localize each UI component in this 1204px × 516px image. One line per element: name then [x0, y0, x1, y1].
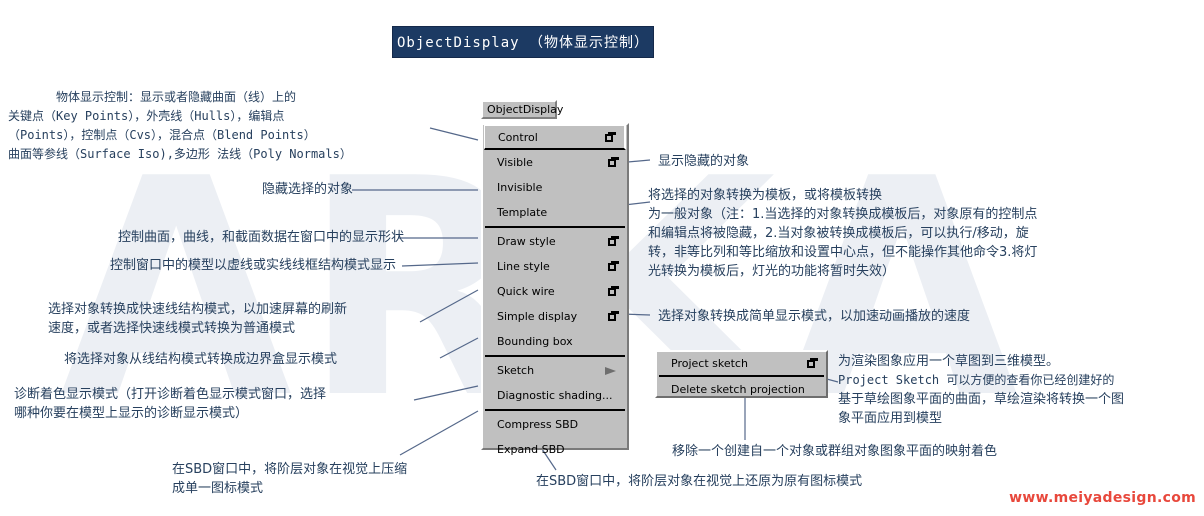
menu-item-simple-display[interactable]: Simple display	[483, 304, 627, 329]
menu-item-template[interactable]: Template	[483, 200, 627, 225]
option-box-icon[interactable]	[608, 236, 619, 247]
menu-item-label: Invisible	[497, 181, 543, 194]
page-title: ObjectDisplay （物体显示控制）	[392, 26, 654, 58]
object-display-menu[interactable]: Control Visible Invisible Template Draw styl…	[481, 123, 629, 456]
menu-item-label: Project sketch	[671, 356, 748, 370]
menu-item-label: Compress SBD	[497, 418, 579, 431]
annotation-expand-sbd: 在SBD窗口中，将阶层对象在视觉上还原为原有图标模式	[536, 474, 863, 489]
menu-item-label: Delete sketch projection	[671, 382, 805, 396]
option-box-icon[interactable]	[605, 131, 616, 143]
menu-item-label: Template	[497, 206, 548, 219]
menu-item-invisible[interactable]: Invisible	[483, 175, 627, 200]
menu-item-sketch[interactable]: Sketch	[483, 358, 627, 383]
menu-item-label: Bounding box	[497, 335, 573, 348]
annotation-visible: 显示隐藏的对象	[658, 154, 750, 169]
menu-item-label: Control	[498, 130, 538, 144]
annotation-template: 将选择的对象转换为模板，或将模板转换 为一般对象（注：1.当选择的对象转换成模板…	[648, 188, 1038, 279]
annotation-project-sketch-1: 为渲染图象应用一个草图到三维模型。	[838, 354, 1060, 369]
menu-item-label: Quick wire	[497, 285, 555, 298]
option-box-icon[interactable]	[608, 286, 619, 297]
option-box-icon[interactable]	[608, 157, 619, 168]
menu-item-visible[interactable]: Visible	[483, 150, 627, 175]
annotation-draw-style: 控制曲面，曲线，和截面数据在窗口中的显示形状	[118, 230, 405, 245]
sketch-submenu[interactable]: Project sketch Delete sketch projection	[655, 350, 828, 398]
menu-item-label: Diagnostic shading...	[497, 389, 613, 402]
annotation-bounding-box: 将选择对象从线结构模式转换成边界盒显示模式	[64, 352, 338, 367]
menu-item-label: Line style	[497, 260, 550, 273]
submenu-arrow-icon	[605, 366, 619, 376]
menu-item-control[interactable]: Control	[484, 125, 626, 150]
menu-item-label: Visible	[497, 156, 533, 169]
menu-item-draw-style[interactable]: Draw style	[483, 229, 627, 254]
menu-item-diagnostic-shading[interactable]: Diagnostic shading...	[483, 383, 627, 408]
menu-separator	[485, 355, 625, 357]
menu-item-label: Simple display	[497, 310, 578, 323]
annotation-delete-sketch: 移除一个创建自一个对象或群组对象图象平面的映射着色	[672, 444, 998, 459]
annotation-line-style: 控制窗口中的模型以虚线或实线线框结构模式显示	[110, 258, 397, 273]
menu-item-project-sketch[interactable]: Project sketch	[657, 352, 826, 374]
menu-item-expand-sbd[interactable]: Expand SBD	[483, 437, 627, 462]
poster-canvas: ARKA	[0, 0, 1204, 516]
menu-item-line-style[interactable]: Line style	[483, 254, 627, 279]
site-url: www.meiyadesign.com	[1009, 490, 1196, 506]
annotation-project-sketch-2: Project Sketch 可以方便的查看你已经创建好的	[838, 373, 1115, 387]
menu-separator	[485, 226, 625, 228]
annotation-quick-wire: 选择对象转换成快速线结构模式，以加速屏幕的刷新 速度，或者选择快速线模式转换为普…	[48, 302, 348, 336]
annotation-project-sketch-4: 象平面应用到模型	[838, 411, 943, 426]
menu-item-label: Draw style	[497, 235, 556, 248]
menu-tab-label: ObjectDisplay	[487, 103, 564, 116]
page-title-text: ObjectDisplay （物体显示控制）	[396, 35, 649, 51]
annotation-simple-display: 选择对象转换成简单显示模式，以加速动画播放的速度	[658, 309, 971, 324]
annotation-compress-sbd: 在SBD窗口中，将阶层对象在视觉上压缩 成单一图标模式	[172, 462, 408, 496]
annotation-project-sketch-3: 基于草绘图象平面的曲面，草绘渲染将转换一个图	[838, 392, 1125, 407]
menu-item-label: Sketch	[497, 364, 535, 377]
menu-item-bounding-box[interactable]: Bounding box	[483, 329, 627, 354]
annotation-invisible: 隐藏选择的对象	[262, 182, 354, 197]
menu-tear-off-tab[interactable]: ObjectDisplay	[481, 100, 563, 119]
option-box-icon[interactable]	[807, 357, 818, 369]
menu-item-quick-wire[interactable]: Quick wire	[483, 279, 627, 304]
annotation-diagnostic: 诊断着色显示模式（打开诊断着色显示模式窗口，选择 哪种你要在模型上显示的诊断显示…	[14, 387, 327, 421]
menu-separator	[485, 409, 625, 411]
menu-item-delete-sketch-projection[interactable]: Delete sketch projection	[657, 378, 826, 400]
option-box-icon[interactable]	[608, 311, 619, 322]
menu-item-label: Expand SBD	[497, 443, 565, 456]
annotation-intro: 物体显示控制：显示或者隐藏曲面（线）上的 关键点（Key Points），外壳线…	[8, 90, 352, 161]
menu-separator	[659, 375, 824, 377]
menu-item-compress-sbd[interactable]: Compress SBD	[483, 412, 627, 437]
option-box-icon[interactable]	[608, 261, 619, 272]
